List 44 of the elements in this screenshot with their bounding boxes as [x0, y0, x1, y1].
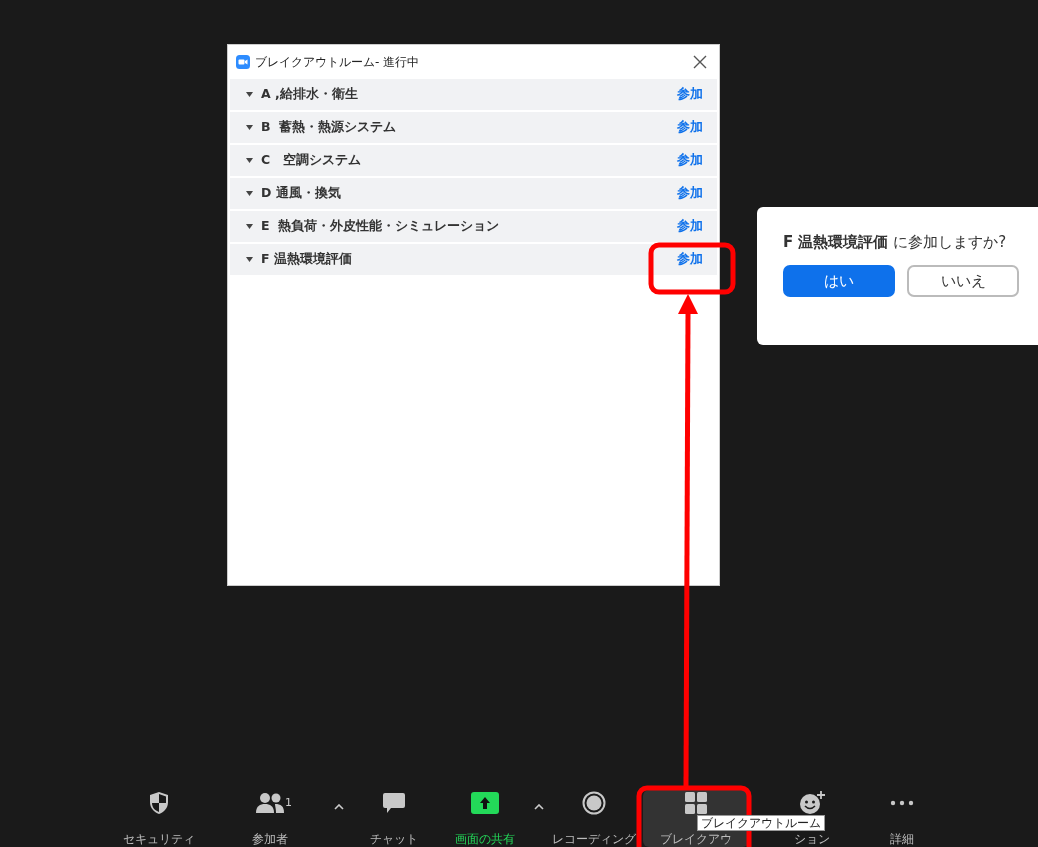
- toolbar-button[interactable]: セキュリティ: [107, 790, 210, 847]
- more-dots-icon: [890, 800, 914, 806]
- confirmation-message: F 温熱環境評価 に参加しますか?: [783, 232, 1008, 253]
- yes-button[interactable]: はい: [783, 265, 895, 297]
- chevron-up-icon: [334, 804, 344, 810]
- room-name: D 通風・換気: [261, 184, 342, 203]
- join-link[interactable]: 参加: [677, 184, 703, 203]
- caret-icon: [246, 125, 253, 130]
- join-link[interactable]: 参加: [677, 118, 703, 137]
- toolbar-button[interactable]: 参加者 1: [210, 790, 330, 847]
- room-name: F 温熱環境評価: [261, 250, 353, 269]
- video-camera-icon: [236, 55, 250, 69]
- tooltip: ブレイクアウトルーム: [697, 815, 825, 831]
- window-title: ブレイクアウトルーム- 進行中: [255, 54, 421, 71]
- chevron-up-icon: [534, 804, 544, 810]
- room-row[interactable]: D 通風・換気 参加: [230, 178, 717, 209]
- room-row[interactable]: F 温熱環境評価 参加: [230, 244, 717, 275]
- caret-icon: [246, 158, 253, 163]
- room-name: B 蓄熱・熱源システム: [261, 118, 398, 137]
- room-row[interactable]: E 熱負荷・外皮性能・シミュレーション 参加: [230, 211, 717, 242]
- caret-icon: [246, 224, 253, 229]
- join-link[interactable]: 参加: [677, 151, 703, 170]
- participant-count: 1: [285, 795, 292, 811]
- caret-icon: [246, 191, 253, 196]
- room-name: A ,給排水・衛生: [261, 85, 359, 104]
- room-row[interactable]: B 蓄熱・熱源システム 参加: [230, 112, 717, 143]
- join-link[interactable]: 参加: [677, 250, 703, 269]
- room-name: C 空調システム: [261, 151, 363, 170]
- record-icon: [582, 791, 606, 815]
- caret-icon: [246, 92, 253, 97]
- toolbar-button[interactable]: チャット: [348, 790, 440, 847]
- toolbar-button[interactable]: 画面の共有: [440, 790, 530, 847]
- no-button[interactable]: いいえ: [907, 265, 1019, 297]
- join-link[interactable]: 参加: [677, 85, 703, 104]
- toolbar-button[interactable]: レコーディング: [548, 790, 640, 847]
- room-name: E 熱負荷・外皮性能・シミュレーション: [261, 217, 501, 236]
- grid-icon: [685, 792, 707, 814]
- toolbar-button[interactable]: 詳細: [872, 790, 932, 847]
- people-icon: [255, 792, 285, 814]
- room-row[interactable]: C 空調システム 参加: [230, 145, 717, 176]
- caret-icon: [246, 257, 253, 262]
- speech-bubble-icon: [382, 792, 406, 814]
- join-link[interactable]: 参加: [677, 217, 703, 236]
- room-row[interactable]: A ,給排水・衛生 参加: [230, 79, 717, 110]
